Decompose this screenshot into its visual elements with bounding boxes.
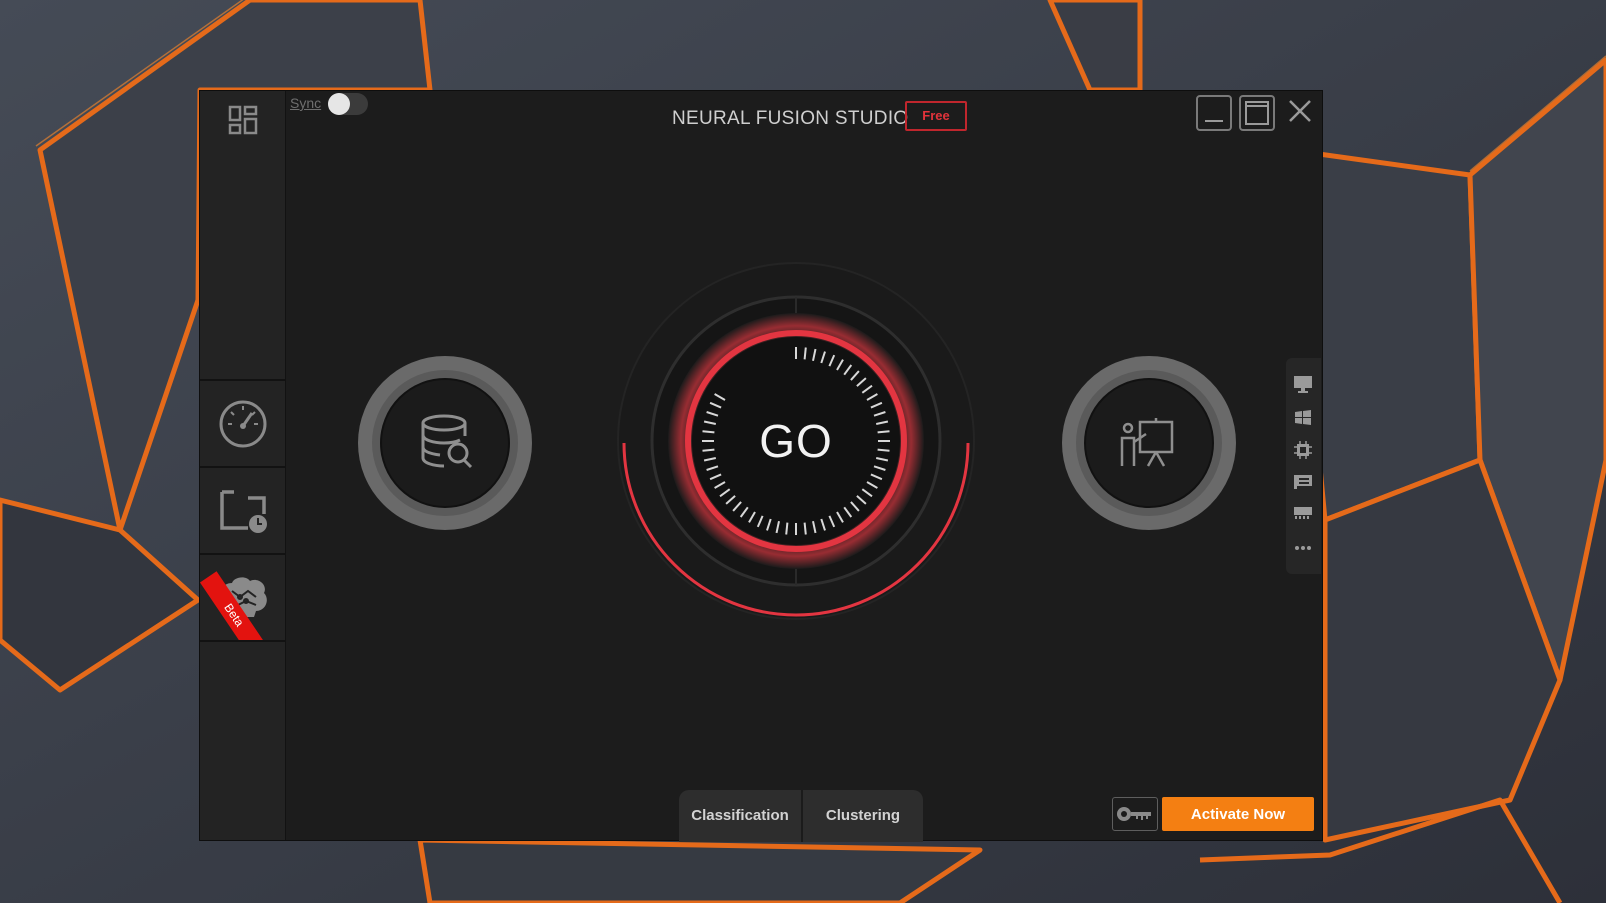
cpu-icon[interactable] [1293, 440, 1313, 460]
database-search-icon [421, 414, 473, 469]
mode-tabs: Classification Clustering [679, 790, 923, 842]
go-label: GO [759, 415, 833, 467]
monitor-icon[interactable] [1293, 374, 1313, 394]
activate-now-button[interactable]: Activate Now [1162, 797, 1314, 831]
device-panel [1286, 358, 1321, 574]
tab-classification[interactable]: Classification [679, 790, 801, 842]
memory-icon[interactable] [1293, 502, 1313, 522]
app-window: Beta Sync NEURAL FUSION STUDIO Free GO C… [199, 90, 1323, 842]
license-key-icon [1117, 807, 1151, 821]
tab-clustering[interactable]: Clustering [801, 790, 923, 842]
data-source-node[interactable] [358, 356, 532, 530]
more-icon[interactable] [1293, 538, 1313, 558]
presentation-icon [1120, 418, 1174, 467]
gpu-card-icon[interactable] [1293, 471, 1313, 491]
model-output-node[interactable] [1062, 356, 1236, 530]
license-key-button[interactable] [1112, 797, 1158, 831]
go-button[interactable]: GO [696, 341, 896, 541]
windows-icon[interactable] [1293, 408, 1313, 428]
